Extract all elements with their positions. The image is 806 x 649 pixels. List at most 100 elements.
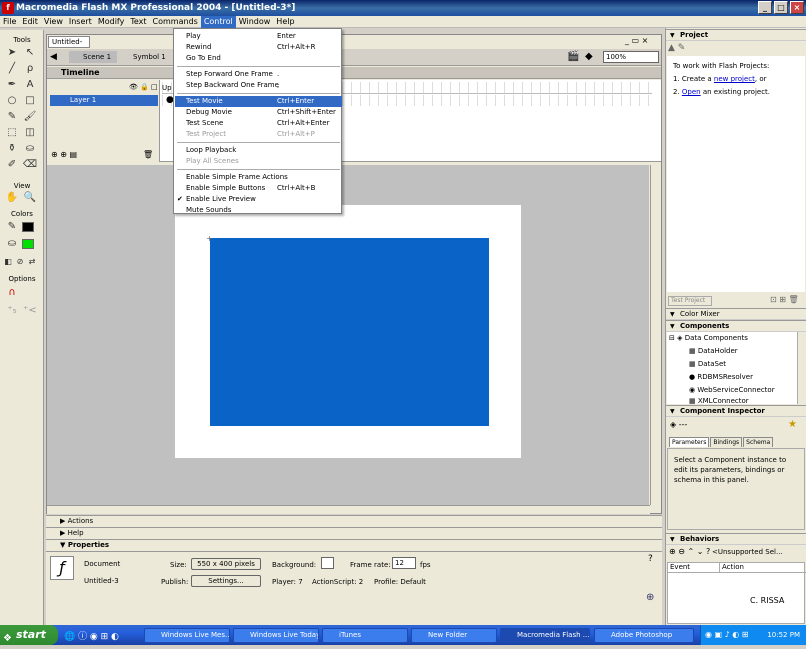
menu-item-test-movie[interactable]: Test Movie Ctrl+Enter — [175, 96, 342, 107]
horizontal-scrollbar[interactable] — [47, 505, 650, 514]
swap-colors-icon[interactable]: ⇄ — [24, 255, 40, 269]
menu-item-rewind[interactable]: Rewind Ctrl+Alt+R — [175, 42, 342, 53]
menu-item-play[interactable]: Play Enter — [175, 31, 342, 42]
task-windows-live-today[interactable]: Windows Live Today — [233, 628, 319, 643]
menu-control[interactable]: Control — [200, 15, 236, 28]
menu-help[interactable]: Help — [273, 16, 297, 28]
new-project-link[interactable]: new project — [714, 75, 755, 83]
task-macromedia-flash[interactable]: Macromedia Flash ... — [500, 628, 590, 643]
trash-icon[interactable]: 🗑 — [143, 150, 153, 159]
menu-item-go-to-end[interactable]: Go To End — [175, 53, 342, 64]
behaviors-header[interactable]: Behaviors — [666, 533, 806, 545]
menu-item-enable-simple-buttons[interactable]: Enable Simple Buttons Ctrl+Alt+B — [175, 183, 342, 194]
edit-symbol-icon[interactable]: ◆ — [585, 51, 593, 62]
menu-insert[interactable]: Insert — [66, 16, 95, 28]
task-windows-live-messenger[interactable]: Windows Live Mes... — [144, 628, 230, 643]
data-components-folder[interactable]: ⊟ ◈ Data Components — [669, 334, 748, 342]
tab-schema[interactable]: Schema — [743, 437, 774, 447]
behaviors-toolbar-icons[interactable]: ⊕ ⊖ ⌃ ⌄ ? — [669, 547, 710, 556]
lasso-tool-icon[interactable]: ρ — [22, 62, 38, 76]
zoom-tool-icon[interactable]: 🔍 — [22, 191, 38, 205]
component-item[interactable]: ▦ DataHolder — [689, 347, 738, 355]
fill-color-swatch[interactable] — [22, 239, 34, 249]
blue-rectangle-shape[interactable] — [210, 238, 489, 426]
test-project-button[interactable]: Test Project — [668, 296, 712, 306]
layer-row[interactable]: Layer 1 — [50, 95, 158, 106]
timeline-header[interactable]: Timeline — [47, 67, 661, 79]
smooth-icon[interactable]: ⁺₅ — [4, 304, 20, 318]
straighten-icon[interactable]: ⁺< — [22, 304, 38, 318]
background-color-swatch[interactable] — [321, 557, 334, 569]
eraser-tool-icon[interactable]: ⌫ — [22, 158, 38, 172]
task-itunes[interactable]: iTunes — [322, 628, 408, 643]
scene-breadcrumb[interactable]: Scene 1 — [69, 51, 117, 63]
action-column-header[interactable]: Action — [720, 563, 806, 573]
components-scrollbar[interactable] — [797, 332, 806, 404]
project-action-icons[interactable]: ⊡ ⊞ 🗑 — [770, 295, 799, 304]
component-inspector-header[interactable]: Component Inspector — [666, 405, 806, 417]
task-adobe-photoshop[interactable]: Adobe Photoshop — [594, 628, 694, 643]
tab-parameters[interactable]: Parameters — [669, 437, 710, 447]
expand-icon[interactable]: ⊕ — [646, 592, 654, 603]
maximize-button[interactable]: □ — [774, 1, 788, 14]
open-project-link[interactable]: Open — [682, 88, 701, 96]
menu-text[interactable]: Text — [127, 16, 149, 28]
eye-lock-outline-icons[interactable]: 👁 🔒 □ — [129, 83, 158, 91]
menu-item-mute-sounds[interactable]: Mute Sounds — [175, 205, 342, 216]
menu-item-loop-playback[interactable]: Loop Playback — [175, 145, 342, 156]
arrow-tool-icon[interactable]: ➤ — [4, 46, 20, 60]
rectangle-tool-icon[interactable]: □ — [22, 94, 38, 108]
component-item[interactable]: ◉ WebServiceConnector — [689, 386, 775, 394]
pen-tool-icon[interactable]: ✒ — [4, 78, 20, 92]
free-transform-tool-icon[interactable]: ⬚ — [4, 126, 20, 140]
start-button[interactable]: ❖ start — [0, 625, 58, 645]
task-new-folder[interactable]: New Folder — [411, 628, 497, 643]
settings-button[interactable]: Settings... — [191, 575, 261, 587]
menu-item-test-scene[interactable]: Test Scene Ctrl+Alt+Enter — [175, 118, 342, 129]
event-column-header[interactable]: Event — [668, 563, 720, 573]
project-panel-header[interactable]: Project — [666, 29, 806, 41]
frame-rate-input[interactable]: 12 — [392, 557, 416, 569]
document-tab[interactable]: Untitled-3* — [48, 36, 90, 56]
line-tool-icon[interactable]: ╱ — [4, 62, 20, 76]
menu-commands[interactable]: Commands — [150, 16, 201, 28]
pencil-tool-icon[interactable]: ✎ — [4, 110, 20, 124]
stroke-color-icon[interactable]: ✎ — [4, 220, 20, 234]
tray-icons[interactable]: ◉ ▣ ♪ ◐ ⊞ — [705, 625, 749, 645]
zoom-select[interactable]: 100% — [603, 51, 659, 63]
fill-transform-tool-icon[interactable]: ◫ — [22, 126, 38, 140]
subselect-tool-icon[interactable]: ↖ — [22, 46, 38, 60]
color-mixer-header[interactable]: Color Mixer — [666, 308, 806, 320]
add-layer-icons[interactable]: ⊕ ⊕ ▤ — [51, 150, 77, 159]
project-toolbar-icons[interactable]: ▲ ✎ — [668, 43, 685, 53]
vertical-scrollbar[interactable] — [650, 165, 661, 505]
tab-bindings[interactable]: Bindings — [710, 437, 743, 447]
menu-item-enable-simple-frame-actions[interactable]: Enable Simple Frame Actions — [175, 172, 342, 183]
eyedropper-tool-icon[interactable]: ✐ — [4, 158, 20, 172]
menu-view[interactable]: View — [41, 16, 66, 28]
edit-scene-icon[interactable]: 🎬 — [567, 51, 579, 62]
component-item[interactable]: ▦ DataSet — [689, 360, 726, 368]
stroke-color-swatch[interactable] — [22, 222, 34, 232]
paint-bucket-tool-icon[interactable]: ⛀ — [22, 142, 38, 156]
help-circle-icon[interactable]: ? — [648, 554, 653, 564]
fill-color-icon[interactable]: ⛀ — [4, 237, 20, 251]
hand-tool-icon[interactable]: ✋ — [4, 191, 20, 205]
menu-file[interactable]: File — [0, 16, 19, 28]
menu-item-step-forward-one-frame[interactable]: Step Forward One Frame. — [175, 69, 342, 80]
oval-tool-icon[interactable]: ○ — [4, 94, 20, 108]
brush-tool-icon[interactable]: 🖌 — [22, 110, 38, 124]
size-button[interactable]: 550 x 400 pixels — [191, 558, 261, 570]
close-button[interactable]: × — [790, 1, 804, 14]
doc-window-controls[interactable]: _ ▭ × — [625, 36, 648, 45]
component-item[interactable]: ● RDBMSResolver — [689, 373, 753, 381]
menu-item-debug-movie[interactable]: Debug Movie Ctrl+Shift+Enter — [175, 107, 342, 118]
actions-panel-header[interactable]: ▶ Actions — [46, 515, 662, 527]
help-panel-header[interactable]: ▶ Help — [46, 527, 662, 539]
symbol-breadcrumb[interactable]: Symbol 1 — [121, 51, 167, 63]
menu-item-step-backward-one-frame[interactable]: Step Backward One Frame, — [175, 80, 342, 91]
text-tool-icon[interactable]: A — [22, 78, 38, 92]
minimize-button[interactable]: _ — [758, 1, 772, 14]
properties-panel-header[interactable]: ▼ Properties — [46, 539, 662, 551]
menu-edit[interactable]: Edit — [19, 16, 41, 28]
